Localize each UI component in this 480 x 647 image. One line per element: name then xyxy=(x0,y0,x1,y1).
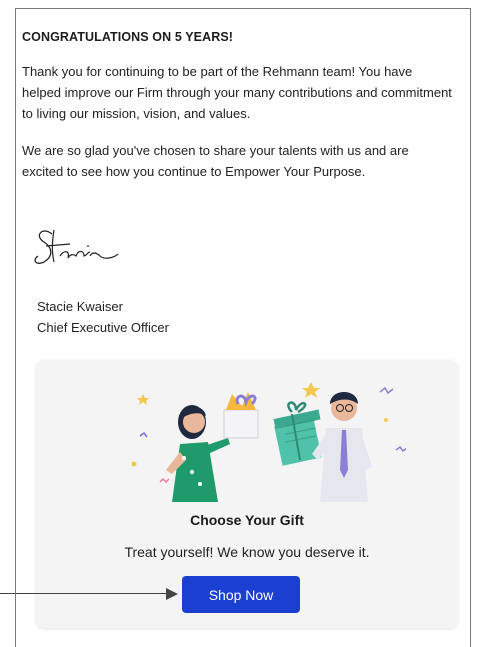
shop-now-button[interactable]: Shop Now xyxy=(182,576,300,613)
arrow-line xyxy=(0,593,168,594)
letter-content: CONGRATULATIONS ON 5 YEARS! Thank you fo… xyxy=(22,30,452,198)
letter-heading: CONGRATULATIONS ON 5 YEARS! xyxy=(22,30,234,44)
pointer-arrow xyxy=(0,584,182,604)
gift-card-subtitle: Treat yourself! We know you deserve it. xyxy=(124,544,370,560)
gift-exchange-illustration xyxy=(131,382,406,502)
panel-left-edge xyxy=(15,592,16,647)
signer-title: Chief Executive Officer xyxy=(37,320,169,335)
letter-paragraph-1: Thank you for continuing to be part of t… xyxy=(22,64,452,121)
letter-paragraph-2: We are so glad you've chosen to share yo… xyxy=(22,143,409,179)
signer-name: Stacie Kwaiser xyxy=(37,299,123,314)
gift-card-title: Choose Your Gift xyxy=(190,512,304,528)
email-body: CONGRATULATIONS ON 5 YEARS! Thank you fo… xyxy=(0,0,480,647)
signature-image xyxy=(34,229,119,264)
signer-block: Stacie Kwaiser Chief Executive Officer xyxy=(37,296,169,338)
arrow-head-icon xyxy=(166,588,178,600)
